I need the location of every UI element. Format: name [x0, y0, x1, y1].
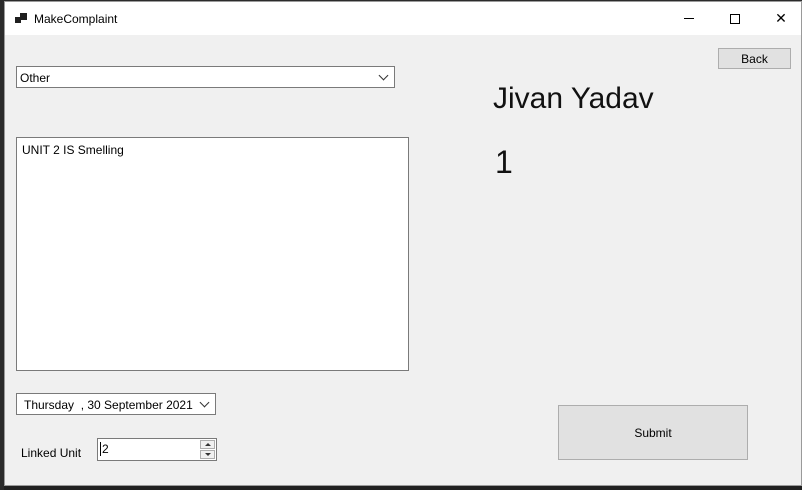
chevron-down-icon	[199, 397, 210, 408]
linked-unit-value: 2	[100, 442, 109, 456]
complaint-category-dropdown[interactable]: Other	[16, 66, 395, 88]
complaint-date-picker[interactable]: Thursday , 30 September 2021	[16, 393, 216, 415]
minimize-button[interactable]	[666, 2, 712, 35]
app-icon	[15, 13, 27, 23]
complaint-description-text: UNIT 2 IS Smelling	[22, 143, 124, 157]
stepper-buttons	[200, 440, 215, 459]
maximize-button[interactable]	[712, 2, 758, 35]
linked-unit-stepper[interactable]: 2	[97, 438, 217, 461]
stepper-down-button[interactable]	[200, 450, 215, 459]
close-button[interactable]: ✕	[758, 2, 802, 35]
submit-button[interactable]: Submit	[558, 405, 748, 460]
stepper-up-button[interactable]	[200, 440, 215, 449]
complaint-date-value: Thursday , 30 September 2021	[24, 398, 193, 412]
user-name: Jivan Yadav	[493, 82, 654, 115]
linked-unit-label: Linked Unit	[21, 446, 82, 460]
complaint-category-value: Other	[20, 71, 51, 85]
chevron-down-icon	[378, 70, 389, 81]
arrow-down-icon	[205, 453, 211, 456]
back-button[interactable]: Back	[718, 48, 791, 69]
complaint-description-textarea[interactable]: UNIT 2 IS Smelling	[16, 137, 409, 371]
maximize-icon	[730, 13, 740, 24]
close-icon: ✕	[775, 10, 787, 26]
user-id: 1	[495, 144, 513, 180]
window-title: MakeComplaint	[34, 12, 118, 26]
arrow-up-icon	[205, 443, 211, 446]
title-bar[interactable]: MakeComplaint ✕	[5, 2, 801, 35]
minimize-icon	[684, 18, 694, 19]
make-complaint-window: MakeComplaint ✕ Other UNIT 2 IS Smelling…	[4, 1, 802, 486]
